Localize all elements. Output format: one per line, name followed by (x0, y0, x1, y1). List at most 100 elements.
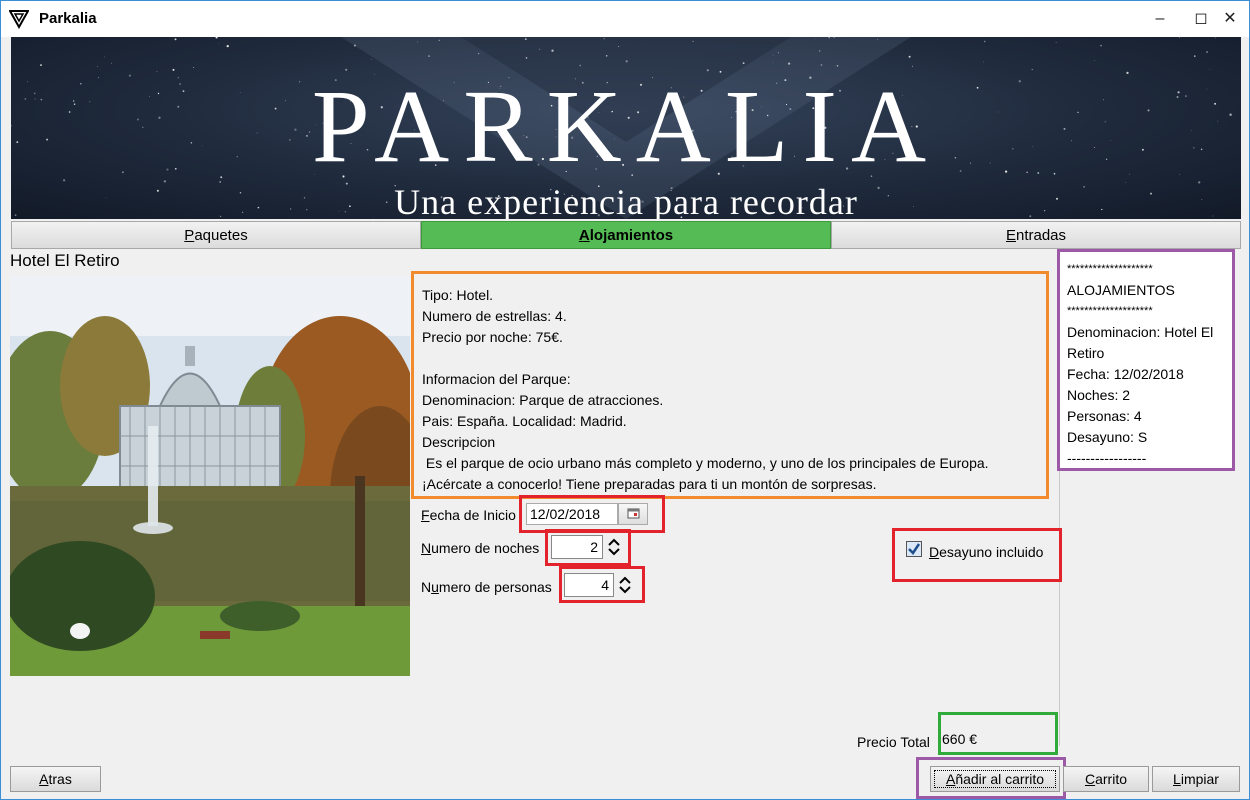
hotel-info-box: Tipo: Hotel. Numero de estrellas: 4. Pre… (411, 271, 1049, 499)
precio-total-value: 660 € (942, 731, 978, 747)
star (163, 180, 167, 183)
desayuno-checkbox[interactable] (906, 541, 922, 557)
parkalia-logo-icon (9, 10, 29, 29)
star (908, 55, 911, 58)
desayuno-label[interactable]: Desayuno incluido (929, 544, 1043, 560)
star (836, 65, 839, 67)
info-line: Informacion del Parque: (422, 371, 571, 387)
star (605, 55, 608, 57)
cart-line: ALOJAMIENTOS (1067, 282, 1175, 298)
star (983, 40, 986, 43)
banner: PARKALIA Una experiencia para recordar (11, 37, 1241, 219)
focus-indicator (934, 770, 1056, 788)
carrito-button[interactable]: Carrito (1063, 766, 1149, 792)
star (477, 52, 480, 55)
star (625, 60, 628, 63)
close-icon[interactable]: ✕ (1217, 7, 1243, 31)
star (104, 56, 106, 58)
star (156, 71, 158, 73)
star (174, 38, 177, 41)
carrito-accel: C (1084, 771, 1096, 787)
tab-alojamientos-accel: A (578, 227, 590, 244)
tab-entradas-accel: E (1005, 227, 1016, 244)
calendar-icon (627, 508, 640, 519)
star (603, 38, 605, 40)
precio-total-label: Precio Total (857, 734, 930, 750)
star (1125, 182, 1127, 184)
cart-line: Fecha: 12/02/2018 (1067, 366, 1184, 382)
minimize-icon[interactable]: – (1147, 7, 1173, 31)
fecha-inicio-input[interactable]: 12/02/2018 (526, 503, 618, 525)
tab-alojamientos[interactable]: Alojamientos (421, 221, 831, 249)
noches-spinner-icon[interactable] (604, 535, 624, 559)
info-blank-line (422, 348, 1038, 369)
star (1031, 68, 1033, 71)
checkmark-icon (908, 543, 921, 555)
desayuno-label-text: esayuno incluido (939, 544, 1044, 560)
star (226, 44, 229, 48)
cart-line: Denominacion: Hotel El (1067, 324, 1214, 340)
numero-personas-label: Numero de personas (421, 579, 552, 595)
star (982, 61, 984, 63)
star (618, 45, 620, 48)
star (370, 59, 372, 60)
numero-noches-input[interactable]: 2 (551, 535, 603, 559)
star (815, 38, 817, 39)
star (525, 57, 528, 59)
hotel-photo-illustration (10, 276, 410, 676)
star (1126, 71, 1129, 75)
window-title: Parkalia (39, 10, 97, 27)
cart-line: Desayuno: S (1067, 429, 1148, 445)
star (777, 52, 780, 54)
star (218, 43, 219, 45)
star (539, 48, 541, 50)
star (193, 66, 195, 69)
limpiar-button[interactable]: Limpiar (1152, 766, 1240, 792)
star (692, 40, 694, 42)
desayuno-accel: D (929, 544, 940, 560)
tab-bar: Paquetes Alojamientos Entradas (11, 221, 1241, 249)
star (524, 38, 527, 40)
atras-button[interactable]: Atras (10, 766, 101, 792)
tab-paquetes-accel: P (184, 227, 195, 244)
star (551, 49, 554, 52)
main-window: Parkalia – ◻ ✕ PARKALIA Una experiencia … (0, 0, 1250, 800)
numero-noches-label-text: umero de noches (431, 540, 540, 556)
star (417, 41, 418, 43)
cart-line: Personas: 4 (1067, 408, 1142, 424)
limpiar-label: impiar (1180, 771, 1219, 787)
star (438, 39, 440, 41)
numero-personas-label-text: mero de personas (438, 579, 552, 595)
star (877, 39, 879, 41)
maximize-icon[interactable]: ◻ (1188, 7, 1214, 31)
calendar-button[interactable] (618, 503, 648, 525)
star (353, 44, 356, 47)
cart-line: ******************** (1067, 305, 1153, 317)
star (1214, 37, 1216, 39)
star (772, 62, 774, 64)
star (1178, 37, 1181, 38)
tab-entradas[interactable]: Entradas (831, 221, 1241, 249)
info-line: ¡Acércate a conocerlo! Tiene preparadas … (422, 476, 877, 492)
star (911, 65, 913, 67)
star (818, 50, 821, 52)
star (219, 181, 222, 183)
tab-paquetes[interactable]: Paquetes (11, 221, 421, 249)
cart-summary-panel: ******************** ALOJAMIENTOS ******… (1057, 249, 1235, 471)
fecha-inicio-label-text: echa de Inicio (429, 507, 516, 523)
star (1100, 44, 1102, 47)
star (428, 55, 431, 58)
numero-personas-label-start: N (421, 579, 432, 595)
star (1094, 60, 1095, 61)
numero-personas-input[interactable]: 4 (564, 573, 614, 597)
star (1209, 68, 1211, 70)
tab-alojamientos-label: lojamientos (589, 227, 674, 244)
personas-spinner-icon[interactable] (615, 573, 635, 597)
info-line: Tipo: Hotel. (422, 287, 494, 303)
info-line: Denominacion: Parque de atracciones. (422, 392, 664, 408)
info-line: Pais: España. Localidad: Madrid. (422, 413, 627, 429)
title-bar: Parkalia – ◻ ✕ (1, 1, 1249, 37)
info-line: Descripcion (422, 434, 496, 450)
star (215, 37, 218, 39)
banner-brand: PARKALIA (311, 69, 941, 184)
